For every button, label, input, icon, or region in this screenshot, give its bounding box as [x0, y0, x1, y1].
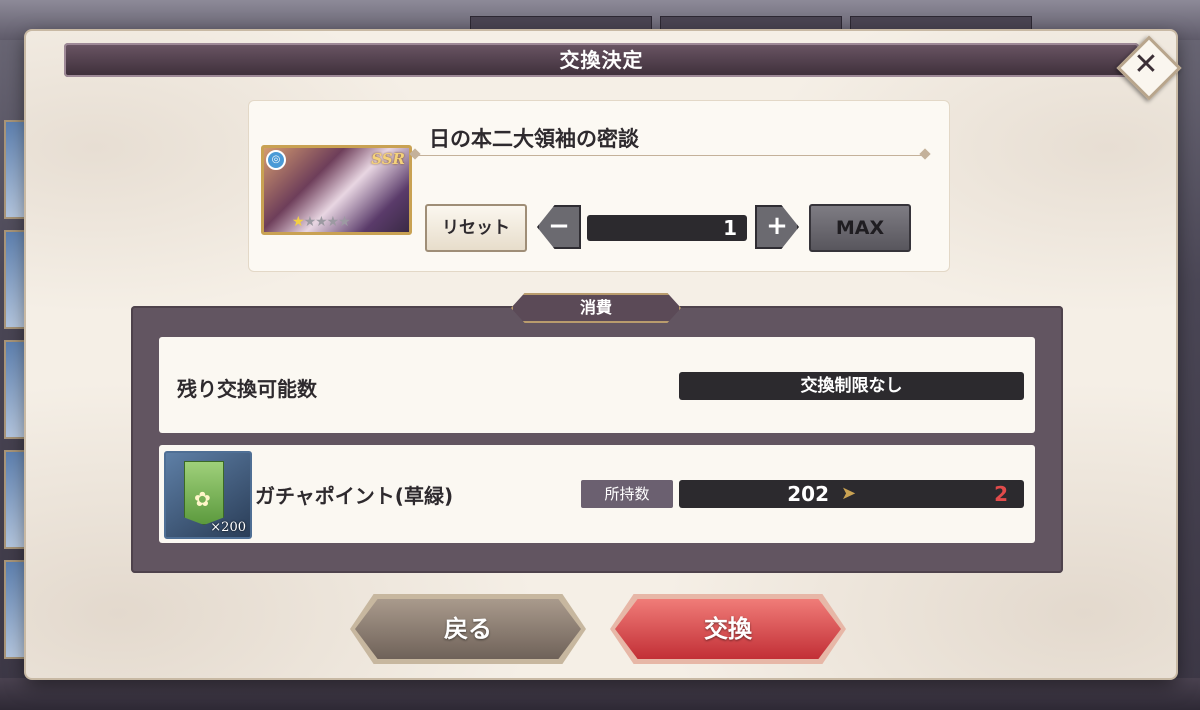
back-button-label: 戻る: [444, 615, 492, 643]
item-name: 日の本二大領袖の密談: [429, 127, 639, 151]
increment-button[interactable]: +: [755, 205, 799, 249]
gacha-point-icon: ✿ ×200: [164, 451, 252, 539]
flower-icon: ✿: [194, 487, 211, 511]
consumption-tag: 消費: [511, 293, 681, 323]
owned-after: 2: [994, 482, 1008, 506]
divider: [415, 155, 925, 156]
quantity-field[interactable]: 1: [587, 215, 747, 241]
cost-row: ✿ ×200 ガチャポイント(草緑) 所持数 202 ➤ 2: [159, 445, 1035, 543]
point-icon-count: ×200: [210, 520, 246, 535]
back-button[interactable]: 戻る: [350, 594, 586, 664]
decrement-button[interactable]: −: [537, 205, 581, 249]
exchange-button-label: 交換: [704, 615, 752, 643]
remaining-value: 交換制限なし: [679, 372, 1024, 400]
owned-label: 所持数: [581, 480, 673, 508]
dialog-title: 交換決定: [64, 43, 1139, 77]
plus-icon: +: [766, 211, 788, 241]
owned-current: 202: [787, 482, 829, 506]
arrow-right-icon: ➤: [841, 483, 857, 504]
ornament: [919, 148, 931, 160]
exchange-confirm-dialog: 交換決定 ◎ SSR ★★★★★ 日の本二大領袖の密談 リセット − 1 + M…: [26, 31, 1176, 678]
point-name: ガチャポイント(草緑): [255, 484, 454, 508]
rarity-badge: SSR: [371, 150, 405, 168]
close-icon: ✕: [1133, 47, 1159, 82]
star-unlit-icon: ★★★★: [303, 214, 351, 230]
consumption-panel: 消費 残り交換可能数 交換制限なし ✿ ×200 ガチャポイント(草緑) 所持数…: [131, 293, 1063, 573]
consumption-tag-label: 消費: [579, 298, 612, 317]
star-rating: ★★★★★: [292, 214, 351, 230]
element-icon: ◎: [266, 150, 286, 170]
owned-amount-box: 202 ➤ 2: [679, 480, 1024, 508]
max-button[interactable]: MAX: [809, 204, 911, 252]
exchange-button[interactable]: 交換: [610, 594, 846, 664]
reset-button[interactable]: リセット: [425, 204, 527, 252]
remaining-label: 残り交換可能数: [177, 377, 317, 401]
remaining-row: 残り交換可能数 交換制限なし: [159, 337, 1035, 433]
minus-icon: −: [548, 211, 570, 241]
star-lit-icon: ★: [292, 214, 305, 230]
background-footer: [0, 678, 1200, 710]
item-card: ◎ SSR ★★★★★ 日の本二大領袖の密談 リセット − 1 + MAX: [248, 100, 950, 272]
item-thumbnail: ◎ SSR ★★★★★: [261, 145, 412, 235]
close-button[interactable]: ✕: [1116, 35, 1182, 101]
